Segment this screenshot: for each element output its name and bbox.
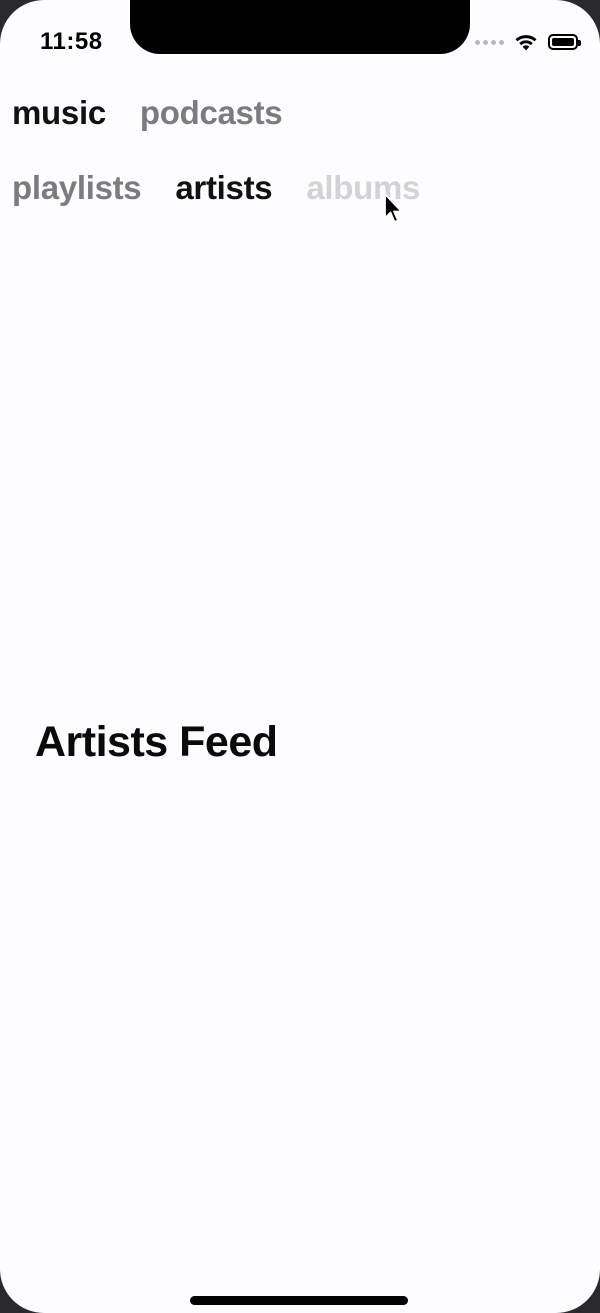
primary-tabs: music podcasts (12, 94, 283, 132)
tab-playlists[interactable]: playlists (12, 169, 142, 207)
page-title: Artists Feed (35, 718, 278, 766)
tab-music[interactable]: music (12, 94, 106, 132)
mouse-cursor-icon (384, 193, 403, 223)
battery-fill (552, 38, 574, 46)
wifi-icon (515, 35, 537, 51)
status-icons (475, 30, 581, 54)
home-indicator[interactable] (190, 1296, 408, 1305)
signal-dots-icon (475, 39, 504, 45)
phone-screen: 11:58 music podcasts playlists artists a… (0, 0, 600, 1313)
tab-artists[interactable]: artists (175, 169, 272, 207)
battery-icon (548, 34, 581, 50)
device-notch (130, 0, 470, 54)
status-time: 11:58 (40, 28, 103, 55)
secondary-tabs: playlists artists albums (12, 169, 420, 207)
tab-podcasts[interactable]: podcasts (140, 94, 283, 132)
